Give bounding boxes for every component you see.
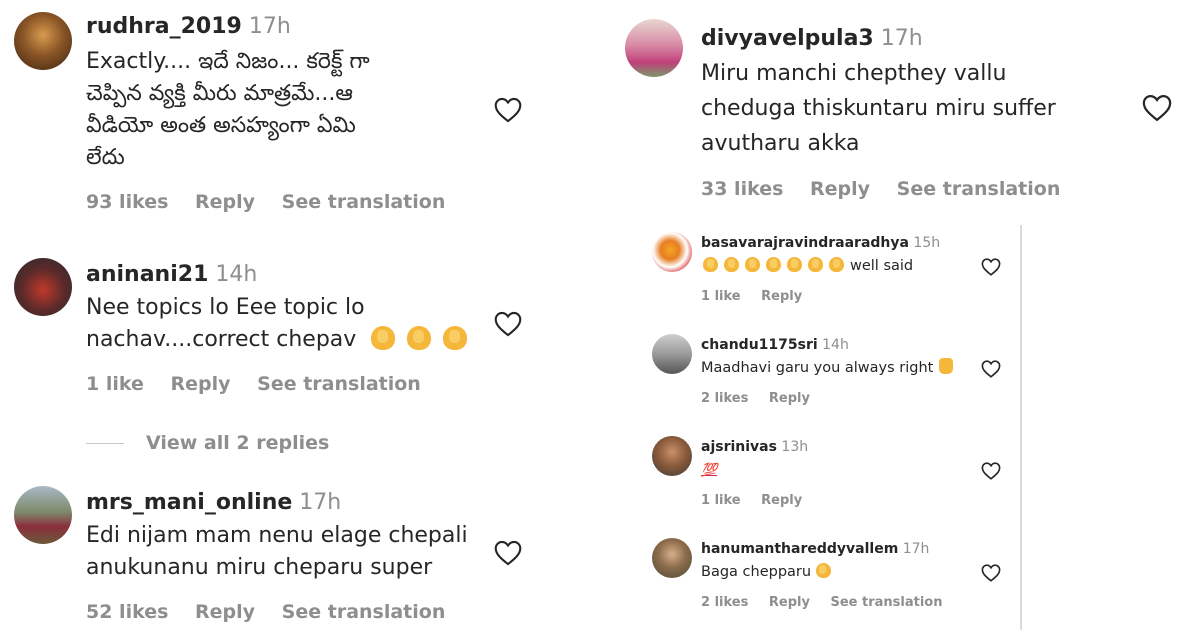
hundred-points-icon: 💯 [701, 463, 718, 478]
thumbs-up-icon [939, 358, 954, 374]
reply-actions: 1 like Reply [701, 493, 818, 508]
clapping-hands-icon [815, 563, 831, 578]
clapping-hands-icon [724, 257, 739, 272]
reply-text: Baga chepparu [701, 562, 837, 582]
comment-actions: 52 likes Reply See translation [86, 601, 465, 623]
comment-time: 17h [880, 26, 923, 51]
heart-icon[interactable] [981, 360, 1001, 378]
clapping-hands-icon [766, 257, 781, 272]
view-replies-button[interactable]: View all 2 replies [86, 432, 329, 454]
heart-icon[interactable] [1142, 94, 1172, 122]
avatar[interactable] [14, 258, 72, 316]
reply-actions: 2 likes Reply [701, 391, 826, 406]
reply-button[interactable]: Reply [810, 178, 870, 200]
avatar[interactable] [652, 232, 692, 272]
see-translation-button[interactable]: See translation [282, 601, 446, 623]
heart-icon[interactable] [981, 258, 1001, 276]
comment-time: 17h [248, 14, 291, 39]
comment-username[interactable]: aninani21 [86, 262, 208, 287]
comment-actions: 93 likes Reply See translation [86, 191, 465, 213]
comment-username[interactable]: mrs_mani_online [86, 490, 292, 515]
avatar[interactable] [652, 436, 692, 476]
clapping-hands-icon [808, 257, 823, 272]
reply-button[interactable]: Reply [769, 391, 810, 406]
clapping-hands-icon [371, 326, 396, 350]
reply-button[interactable]: Reply [171, 373, 231, 395]
see-translation-button[interactable]: See translation [282, 191, 446, 213]
comment-text: Nee topics lo Eee topic lo nachav....cor… [86, 292, 479, 356]
clapping-hands-icon [703, 257, 718, 272]
heart-icon[interactable] [981, 462, 1001, 480]
comment-text: Miru manchi chepthey vallu cheduga thisk… [701, 61, 1056, 156]
comment-time: 17h [299, 490, 342, 515]
reply-time: 17h [902, 541, 930, 557]
heart-icon[interactable] [494, 540, 522, 566]
comment-text: Exactly.... ఇదే నిజం... కరెక్ట్ గా చెప్ప… [86, 49, 370, 170]
reply-text: Maadhavi garu you always right [701, 358, 954, 378]
likes-count[interactable]: 1 like [701, 493, 741, 508]
reply-time: 13h [781, 439, 809, 455]
reply-username[interactable]: hanumanthareddyvallem [701, 541, 898, 557]
reply-username[interactable]: basavarajravindraaradhya [701, 235, 909, 251]
avatar[interactable] [14, 12, 72, 70]
reply-button[interactable]: Reply [761, 289, 802, 304]
scrollbar-track[interactable] [1020, 225, 1022, 630]
likes-count[interactable]: 2 likes [701, 391, 748, 406]
reply-time: 15h [913, 235, 941, 251]
clapping-hands-icon [443, 326, 468, 350]
heart-icon[interactable] [494, 311, 522, 337]
reply-username[interactable]: chandu1175sri [701, 337, 818, 353]
comment-actions: 1 like Reply See translation [86, 373, 441, 395]
likes-count[interactable]: 93 likes [86, 191, 168, 213]
heart-icon[interactable] [494, 97, 522, 123]
avatar[interactable] [652, 538, 692, 578]
comment-actions: 33 likes Reply See translation [701, 178, 1080, 200]
comment-time: 14h [215, 262, 258, 287]
heart-icon[interactable] [981, 564, 1001, 582]
reply-actions: 1 like Reply [701, 289, 818, 304]
clapping-hands-icon [745, 257, 760, 272]
reply-button[interactable]: Reply [761, 493, 802, 508]
likes-count[interactable]: 2 likes [701, 595, 748, 610]
avatar[interactable] [652, 334, 692, 374]
clapping-hands-icon [787, 257, 802, 272]
likes-count[interactable]: 33 likes [701, 178, 783, 200]
see-translation-button[interactable]: See translation [257, 373, 421, 395]
comment-username[interactable]: divyavelpula3 [701, 26, 874, 51]
likes-count[interactable]: 1 like [86, 373, 144, 395]
divider [86, 443, 124, 444]
comment-username[interactable]: rudhra_2019 [86, 14, 242, 39]
see-translation-button[interactable]: See translation [897, 178, 1061, 200]
reply-button[interactable]: Reply [769, 595, 810, 610]
clapping-hands-icon [829, 257, 844, 272]
reply-actions: 2 likes Reply See translation [701, 595, 958, 610]
reply-time: 14h [822, 337, 849, 353]
avatar[interactable] [14, 486, 72, 544]
likes-count[interactable]: 1 like [701, 289, 741, 304]
reply-text: well said [703, 256, 913, 276]
reply-text: 💯 [701, 460, 717, 481]
reply-button[interactable]: Reply [195, 601, 255, 623]
see-translation-button[interactable]: See translation [830, 595, 942, 610]
reply-button[interactable]: Reply [195, 191, 255, 213]
reply-username[interactable]: ajsrinivas [701, 439, 777, 455]
comment-text: Edi nijam mam nenu elage chepali anukuna… [86, 523, 468, 580]
clapping-hands-icon [407, 326, 432, 350]
avatar[interactable] [625, 19, 683, 77]
likes-count[interactable]: 52 likes [86, 601, 168, 623]
